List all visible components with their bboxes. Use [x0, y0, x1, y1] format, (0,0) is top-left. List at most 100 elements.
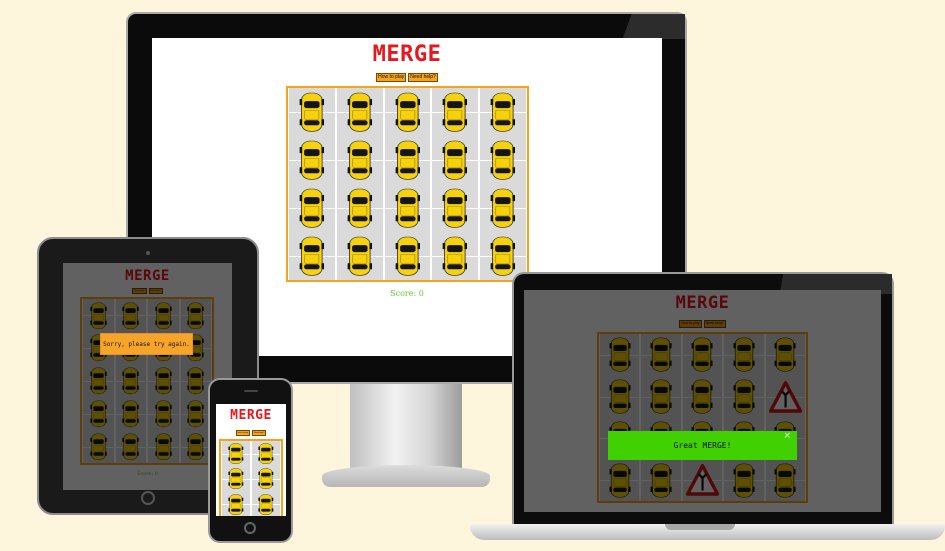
car-top-view-icon[interactable] — [733, 463, 755, 498]
car-top-view-icon[interactable] — [187, 400, 204, 428]
car-top-view-icon[interactable] — [490, 92, 516, 132]
how-to-play-button[interactable]: How to play — [679, 320, 702, 328]
board-cell[interactable] — [431, 136, 480, 184]
board-cell[interactable] — [82, 397, 115, 431]
car-top-view-icon[interactable] — [228, 443, 244, 464]
board-cell[interactable] — [723, 375, 765, 418]
car-top-view-icon[interactable] — [122, 400, 139, 428]
car-top-view-icon[interactable] — [187, 367, 204, 395]
how-to-play-button[interactable]: How to play — [132, 288, 147, 294]
car-top-view-icon[interactable] — [90, 433, 107, 461]
need-help-button[interactable]: Need help? — [148, 288, 163, 294]
car-top-view-icon[interactable] — [609, 463, 631, 498]
car-top-view-icon[interactable] — [90, 400, 107, 428]
board-cell[interactable] — [221, 466, 251, 492]
board-cell[interactable] — [764, 334, 806, 376]
board-cell[interactable] — [335, 184, 384, 232]
merge-warning-sign-icon[interactable] — [685, 464, 720, 496]
board-cell[interactable] — [640, 375, 682, 418]
car-top-view-icon[interactable] — [609, 337, 631, 372]
car-top-view-icon[interactable] — [122, 302, 139, 330]
car-top-view-icon[interactable] — [347, 188, 373, 228]
board-cell[interactable] — [147, 299, 180, 332]
car-top-view-icon[interactable] — [155, 433, 172, 461]
need-help-button[interactable]: Need help? — [703, 320, 726, 328]
board-cell[interactable] — [723, 459, 765, 501]
car-top-view-icon[interactable] — [442, 188, 468, 228]
board-cell[interactable] — [383, 232, 432, 280]
board-cell[interactable] — [114, 430, 147, 463]
car-top-view-icon[interactable] — [609, 379, 631, 414]
board-cell[interactable] — [599, 375, 641, 418]
car-top-view-icon[interactable] — [299, 92, 325, 132]
board-cell[interactable] — [431, 232, 480, 280]
car-top-view-icon[interactable] — [442, 236, 468, 276]
board-cell[interactable] — [82, 299, 115, 332]
board-cell[interactable] — [681, 334, 724, 376]
car-top-view-icon[interactable] — [90, 367, 107, 395]
car-top-view-icon[interactable] — [187, 302, 204, 330]
board-cell[interactable] — [251, 491, 281, 516]
car-top-view-icon[interactable] — [155, 367, 172, 395]
board-cell[interactable] — [764, 459, 806, 501]
how-to-play-button[interactable]: How to play — [235, 430, 251, 436]
board-cell[interactable] — [431, 184, 480, 232]
car-top-view-icon[interactable] — [395, 188, 421, 228]
car-top-view-icon[interactable] — [650, 463, 672, 498]
board-cell[interactable] — [251, 466, 281, 492]
board-cell[interactable] — [147, 430, 180, 463]
board-cell[interactable] — [640, 459, 682, 501]
board-cell[interactable] — [383, 184, 432, 232]
board-cell[interactable] — [82, 364, 115, 398]
car-top-view-icon[interactable] — [395, 236, 421, 276]
board-cell[interactable] — [221, 491, 251, 516]
car-top-view-icon[interactable] — [155, 302, 172, 330]
car-top-view-icon[interactable] — [395, 140, 421, 180]
car-top-view-icon[interactable] — [650, 337, 672, 372]
board-cell[interactable] — [335, 88, 384, 136]
board-cell[interactable] — [251, 441, 281, 467]
car-top-view-icon[interactable] — [299, 236, 325, 276]
board-cell[interactable] — [288, 136, 336, 184]
need-help-button[interactable]: Need help? — [408, 73, 438, 82]
board-cell[interactable] — [723, 334, 765, 376]
car-top-view-icon[interactable] — [347, 236, 373, 276]
board-cell[interactable] — [599, 334, 641, 376]
car-top-view-icon[interactable] — [90, 302, 107, 330]
car-top-view-icon[interactable] — [299, 188, 325, 228]
car-top-view-icon[interactable] — [490, 236, 516, 276]
board-cell[interactable] — [681, 459, 724, 501]
board-cell[interactable] — [147, 397, 180, 431]
car-top-view-icon[interactable] — [155, 400, 172, 428]
car-top-view-icon[interactable] — [122, 433, 139, 461]
car-top-view-icon[interactable] — [258, 468, 274, 490]
car-top-view-icon[interactable] — [733, 379, 755, 414]
car-top-view-icon[interactable] — [490, 188, 516, 228]
board-cell[interactable] — [288, 88, 336, 136]
car-top-view-icon[interactable] — [733, 337, 755, 372]
board-cell[interactable] — [82, 430, 115, 463]
car-top-view-icon[interactable] — [122, 367, 139, 395]
board-cell[interactable] — [479, 136, 527, 184]
board-cell[interactable] — [383, 136, 432, 184]
board-cell[interactable] — [479, 184, 527, 232]
board-cell[interactable] — [147, 364, 180, 398]
car-top-view-icon[interactable] — [774, 337, 796, 372]
close-icon[interactable]: × — [783, 422, 791, 451]
car-top-view-icon[interactable] — [258, 443, 274, 464]
car-top-view-icon[interactable] — [490, 140, 516, 180]
board-cell[interactable] — [431, 88, 480, 136]
board-cell[interactable] — [640, 334, 682, 376]
board-cell[interactable] — [179, 299, 212, 332]
board-cell[interactable] — [114, 299, 147, 332]
car-top-view-icon[interactable] — [347, 92, 373, 132]
car-top-view-icon[interactable] — [442, 92, 468, 132]
board-cell[interactable] — [383, 88, 432, 136]
board-cell[interactable] — [599, 459, 641, 501]
car-top-view-icon[interactable] — [299, 140, 325, 180]
car-top-view-icon[interactable] — [650, 379, 672, 414]
car-top-view-icon[interactable] — [228, 468, 244, 490]
car-top-view-icon[interactable] — [691, 337, 713, 372]
board-cell[interactable] — [681, 375, 724, 418]
board-cell[interactable] — [764, 375, 806, 418]
